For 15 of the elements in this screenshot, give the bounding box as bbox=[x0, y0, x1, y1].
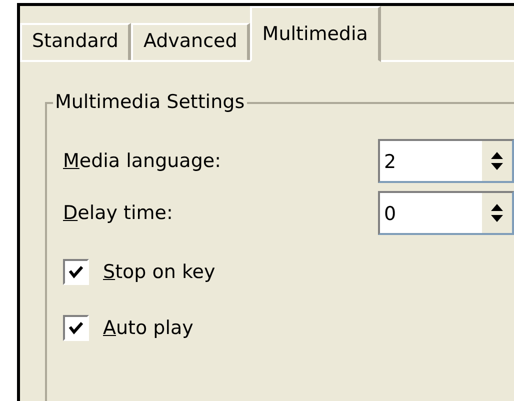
checkbox[interactable] bbox=[63, 315, 89, 341]
field-label: Media language: bbox=[63, 148, 221, 174]
tab[interactable]: Advanced bbox=[131, 23, 250, 60]
spin-box[interactable]: 2 bbox=[378, 139, 514, 183]
checkbox-label[interactable]: Auto play bbox=[103, 314, 194, 342]
checkbox-label[interactable]: Stop on key bbox=[103, 258, 216, 286]
check-mark-icon bbox=[68, 321, 84, 335]
spin-arrows-icon[interactable] bbox=[490, 202, 504, 224]
check-mark-icon bbox=[68, 265, 84, 279]
tab[interactable]: Standard bbox=[20, 23, 132, 60]
spin-box[interactable]: 0 bbox=[378, 191, 514, 235]
field-label: Delay time: bbox=[63, 200, 173, 226]
checkbox[interactable] bbox=[63, 259, 89, 285]
spin-arrows-icon[interactable] bbox=[490, 150, 504, 172]
tab[interactable]: Multimedia bbox=[250, 6, 381, 62]
